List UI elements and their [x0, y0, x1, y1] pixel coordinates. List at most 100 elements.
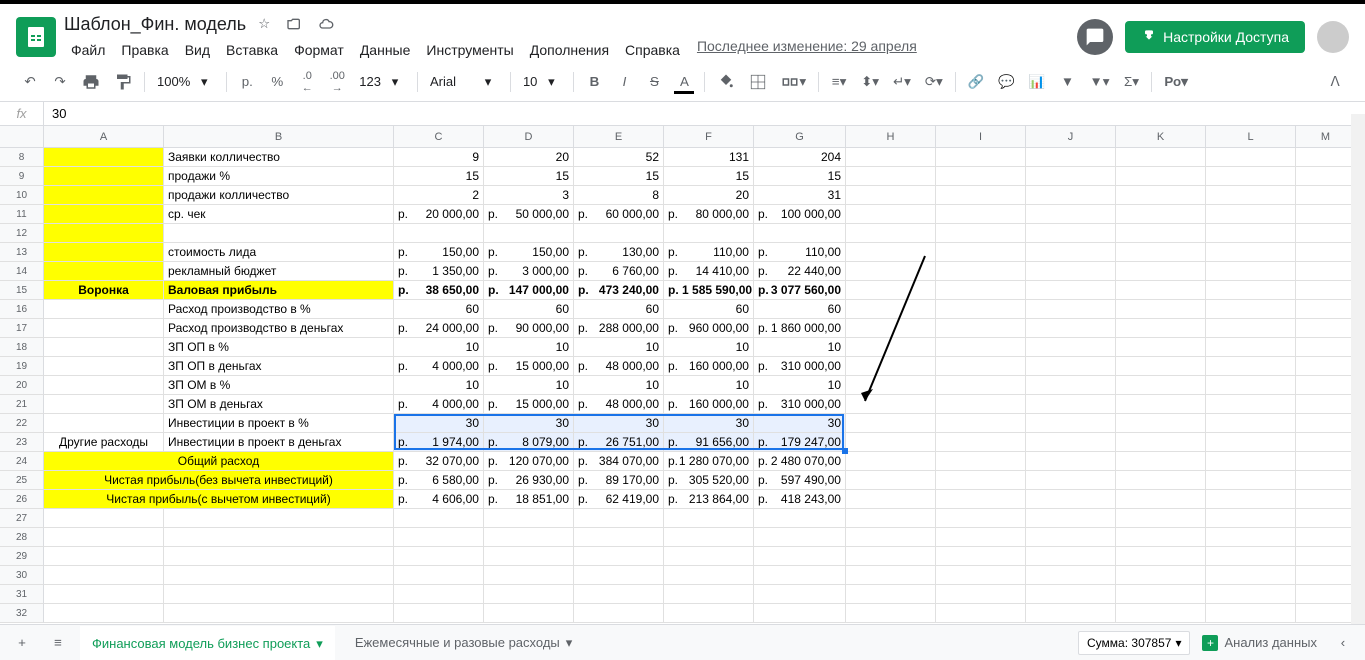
cell[interactable]	[484, 566, 574, 585]
cell[interactable]	[484, 604, 574, 623]
cell[interactable]	[164, 547, 394, 566]
cell[interactable]	[936, 490, 1026, 509]
cell[interactable]	[164, 604, 394, 623]
cell[interactable]: Инвестиции в проект в %	[164, 414, 394, 433]
cell[interactable]: 60	[394, 300, 484, 319]
cell[interactable]	[1206, 547, 1296, 566]
row-header[interactable]: 31	[0, 585, 44, 604]
cell[interactable]	[846, 414, 936, 433]
cell[interactable]	[1116, 395, 1206, 414]
redo-icon[interactable]: ↷	[46, 68, 74, 96]
comment-icon[interactable]: 💬	[992, 68, 1021, 96]
cell[interactable]	[846, 395, 936, 414]
cell[interactable]: Общий расход	[44, 452, 394, 471]
cell[interactable]: Воронка	[44, 281, 164, 300]
add-sheet-icon[interactable]: +	[8, 629, 36, 657]
cell[interactable]: 131	[664, 148, 754, 167]
cell[interactable]	[1296, 547, 1356, 566]
cell[interactable]: 10	[394, 338, 484, 357]
cell[interactable]	[1296, 414, 1356, 433]
wrap-icon[interactable]: ↵▾	[887, 68, 917, 96]
scroll-left-icon[interactable]: ‹	[1329, 629, 1357, 657]
cell[interactable]	[1116, 452, 1206, 471]
cell[interactable]	[846, 167, 936, 186]
cell[interactable]: р. 130,00	[574, 243, 664, 262]
cell[interactable]	[1026, 509, 1116, 528]
cell[interactable]: 30	[574, 414, 664, 433]
cell[interactable]	[44, 585, 164, 604]
cell[interactable]: ср. чек	[164, 205, 394, 224]
zoom-select[interactable]: 100% ▾	[151, 70, 220, 94]
cell[interactable]	[1206, 338, 1296, 357]
cell[interactable]: р. 4 000,00	[394, 357, 484, 376]
cell[interactable]: р. 179 247,00	[754, 433, 846, 452]
cell[interactable]: р. 6 760,00	[574, 262, 664, 281]
cell[interactable]	[44, 395, 164, 414]
row-header[interactable]: 13	[0, 243, 44, 262]
cell[interactable]	[1026, 547, 1116, 566]
cell[interactable]	[44, 148, 164, 167]
cell[interactable]	[164, 509, 394, 528]
cell[interactable]	[1116, 585, 1206, 604]
col-header-C[interactable]: C	[394, 126, 484, 147]
cell[interactable]: р. 20 000,00	[394, 205, 484, 224]
cell[interactable]	[574, 585, 664, 604]
cell[interactable]	[1116, 471, 1206, 490]
merge-icon[interactable]: ▾	[775, 68, 812, 96]
cell[interactable]	[1026, 566, 1116, 585]
cell[interactable]	[936, 471, 1026, 490]
cell[interactable]	[846, 300, 936, 319]
cell[interactable]	[1026, 205, 1116, 224]
cell[interactable]	[1206, 167, 1296, 186]
cell[interactable]: р. 473 240,00	[574, 281, 664, 300]
cell[interactable]: Чистая прибыль(без вычета инвестиций)	[44, 471, 394, 490]
cell[interactable]: р. 24 000,00	[394, 319, 484, 338]
cell[interactable]: 8	[574, 186, 664, 205]
link-icon[interactable]: 🔗	[962, 68, 991, 96]
cell[interactable]	[1026, 319, 1116, 338]
cell[interactable]	[846, 357, 936, 376]
input-tools-icon[interactable]: Ро▾	[1158, 68, 1193, 96]
cell[interactable]: 10	[754, 376, 846, 395]
col-header-I[interactable]: I	[936, 126, 1026, 147]
cell[interactable]	[1296, 243, 1356, 262]
font-select[interactable]: Arial ▾	[424, 70, 504, 94]
cell[interactable]: р. 1 585 590,00	[664, 281, 754, 300]
cell[interactable]	[1116, 243, 1206, 262]
cell[interactable]	[1116, 604, 1206, 623]
cell[interactable]: 60	[484, 300, 574, 319]
cell[interactable]	[936, 262, 1026, 281]
cell[interactable]	[574, 547, 664, 566]
cell[interactable]	[1296, 585, 1356, 604]
cell[interactable]: 52	[574, 148, 664, 167]
font-size-select[interactable]: 10 ▾	[517, 70, 567, 94]
cell[interactable]	[664, 528, 754, 547]
cell[interactable]	[1206, 433, 1296, 452]
row-header[interactable]: 24	[0, 452, 44, 471]
cell[interactable]	[1296, 338, 1356, 357]
cell[interactable]: 60	[574, 300, 664, 319]
cell[interactable]: р. 15 000,00	[484, 357, 574, 376]
cell[interactable]	[1296, 205, 1356, 224]
cell[interactable]: 31	[754, 186, 846, 205]
cell[interactable]	[1026, 243, 1116, 262]
cell[interactable]	[394, 547, 484, 566]
cell[interactable]	[1026, 414, 1116, 433]
cell[interactable]: Расход производство в %	[164, 300, 394, 319]
cell[interactable]: 20	[484, 148, 574, 167]
cell[interactable]	[1116, 167, 1206, 186]
cell[interactable]	[1116, 262, 1206, 281]
cell[interactable]: р. 150,00	[394, 243, 484, 262]
print-icon[interactable]	[76, 68, 106, 96]
cell[interactable]: р. 120 070,00	[484, 452, 574, 471]
comment-history-icon[interactable]	[1077, 19, 1113, 55]
cell[interactable]: 30	[394, 414, 484, 433]
cell[interactable]	[846, 281, 936, 300]
cell[interactable]: р. 26 930,00	[484, 471, 574, 490]
cell[interactable]: р. 60 000,00	[574, 205, 664, 224]
cell[interactable]	[1206, 148, 1296, 167]
cell[interactable]	[484, 547, 574, 566]
cell[interactable]: продажи колличество	[164, 186, 394, 205]
move-icon[interactable]	[282, 12, 306, 36]
cell[interactable]	[846, 148, 936, 167]
